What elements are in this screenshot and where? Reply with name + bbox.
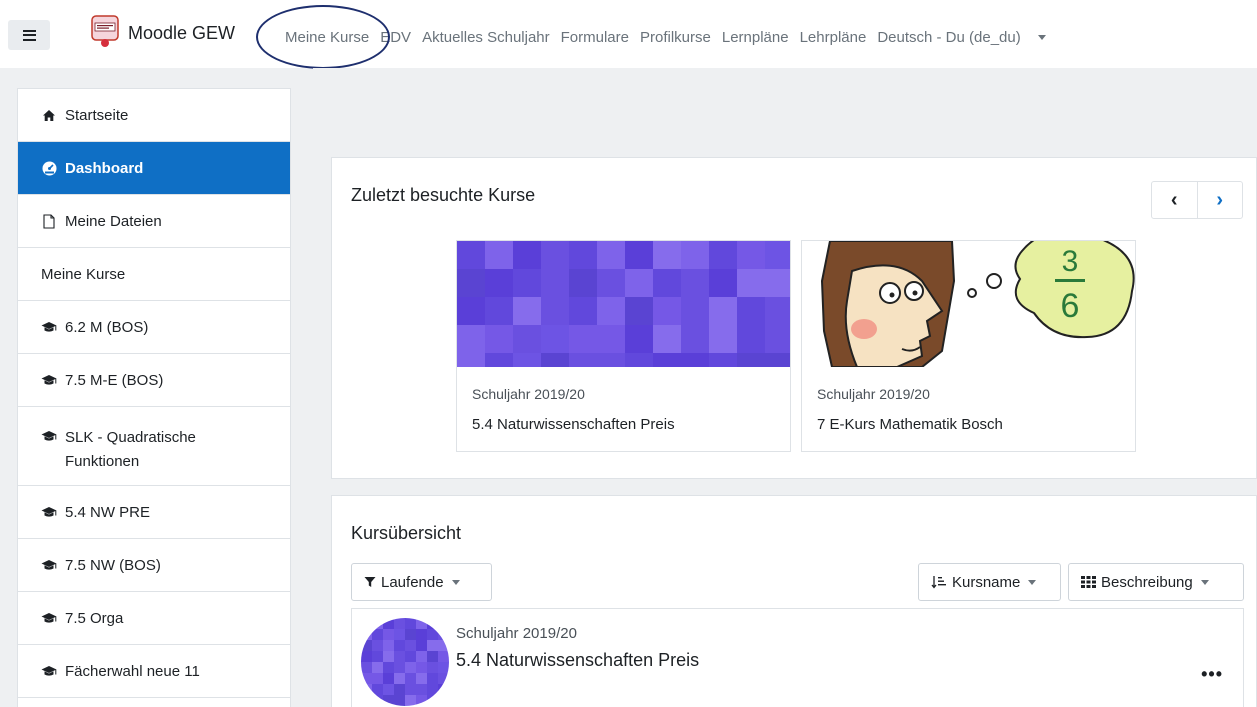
sidebar-item-label: SLK - Quadratische Funktionen xyxy=(65,426,196,474)
sort-icon xyxy=(931,576,946,589)
svg-text:3: 3 xyxy=(1062,245,1079,278)
language-label: Deutsch - Du (de_du) xyxy=(877,29,1021,46)
sidebar-item-label: 6.2 M (BOS) xyxy=(65,318,149,336)
caret-down-icon xyxy=(451,579,460,585)
course-image-pattern xyxy=(361,618,449,706)
graduation-cap-icon xyxy=(41,374,57,386)
site-name[interactable]: Moodle GEW xyxy=(128,23,235,44)
course-image-pattern xyxy=(457,241,790,367)
sidebar-item-label: 5.4 NW PRE xyxy=(65,503,151,521)
dashboard-icon xyxy=(41,161,57,176)
course-category: Schuljahr 2019/20 xyxy=(817,386,930,402)
nav-link-aktuelles-schuljahr[interactable]: Aktuelles Schuljahr xyxy=(422,29,550,46)
course-image-cartoon: 3 6 xyxy=(802,241,1135,367)
caret-down-icon xyxy=(1028,579,1037,585)
svg-text:6: 6 xyxy=(1061,287,1080,325)
sidebar-item-dashboard[interactable]: Dashboard xyxy=(18,142,290,195)
graduation-cap-icon xyxy=(41,665,57,677)
nav-link-formulare[interactable]: Formulare xyxy=(561,29,629,46)
course-cartoon-graphic: 3 6 xyxy=(802,241,1135,367)
nav-link-lehrplaene[interactable]: Lehrpläne xyxy=(800,29,867,46)
sidebar-item-label: Startseite xyxy=(65,106,129,124)
course-avatar-graphic xyxy=(361,618,449,706)
grouping-filter-dropdown[interactable]: Laufende xyxy=(351,563,492,601)
sidebar-item-course[interactable]: Fächerwahl neue 11 xyxy=(18,645,290,698)
recent-courses-block: Zuletzt besuchte Kurse ‹ › Schuljahr 201… xyxy=(331,157,1257,479)
course-name[interactable]: 5.4 Naturwissenschaften Preis xyxy=(456,650,699,671)
file-icon xyxy=(41,213,57,229)
page-header-region xyxy=(313,68,1257,156)
recent-course-card[interactable]: 3 6 Schuljahr 2019/20 7 E-Kurs Mathemati… xyxy=(801,240,1136,452)
view-dropdown[interactable]: Beschreibung xyxy=(1068,563,1244,601)
sidebar-item-label: Dashboard xyxy=(65,159,144,177)
chevron-left-icon: ‹ xyxy=(1170,188,1178,211)
graduation-cap-icon xyxy=(41,506,57,518)
main-nav: Meine Kurse EDV Aktuelles Schuljahr Form… xyxy=(285,29,1068,46)
sidebar-item-course[interactable]: 7.5 NW (BOS) xyxy=(18,539,290,592)
sort-dropdown[interactable]: Kursname xyxy=(918,563,1061,601)
sidebar-item-label: Fächerwahl neue 11 xyxy=(65,662,200,680)
graduation-cap-icon xyxy=(41,430,57,442)
sidebar-item-label: 7.5 Orga xyxy=(65,609,124,627)
top-navbar: Moodle GEW Meine Kurse EDV Aktuelles Sch… xyxy=(0,0,1257,69)
nav-drawer: Startseite Dashboard Meine Dateien Meine… xyxy=(17,88,291,707)
chevron-right-icon: › xyxy=(1216,188,1224,211)
home-icon xyxy=(41,109,57,122)
previous-button[interactable]: ‹ xyxy=(1152,182,1198,218)
sidebar-item-meine-dateien[interactable]: Meine Dateien xyxy=(18,195,290,248)
more-options-icon[interactable]: ••• xyxy=(1201,664,1223,685)
nav-link-profilkurse[interactable]: Profilkurse xyxy=(640,29,711,46)
recent-courses-pager: ‹ › xyxy=(1151,181,1243,219)
view-label: Beschreibung xyxy=(1101,573,1193,591)
recent-courses-title: Zuletzt besuchte Kurse xyxy=(351,185,536,205)
course-overview-title: Kursübersicht xyxy=(351,523,462,543)
grid-icon xyxy=(1081,576,1096,588)
sidebar-item-course[interactable]: 6.2 M (BOS) xyxy=(18,301,290,354)
sidebar-item-course[interactable]: SLK - Quadratische Funktionen xyxy=(18,407,290,486)
recent-course-card[interactable]: Schuljahr 2019/20 5.4 Naturwissenschafte… xyxy=(456,240,791,452)
sidebar-item-course[interactable]: 7.5 Orga xyxy=(18,592,290,645)
course-overview-block: Kursübersicht Laufende Kursname Beschrei… xyxy=(331,495,1257,707)
graduation-cap-icon xyxy=(41,559,57,571)
menu-toggle-button[interactable] xyxy=(8,20,50,50)
course-category: Schuljahr 2019/20 xyxy=(456,625,577,642)
sidebar-item-label: 7.5 NW (BOS) xyxy=(65,556,161,574)
language-menu[interactable]: Deutsch - Du (de_du) xyxy=(877,29,1056,46)
sidebar-item-course[interactable]: 5.4 NW PRE xyxy=(18,486,290,539)
hamburger-icon xyxy=(22,29,36,41)
sidebar-item-label: 7.5 M-E (BOS) xyxy=(65,371,164,389)
course-list-item[interactable]: Schuljahr 2019/20 5.4 Naturwissenschafte… xyxy=(351,608,1244,707)
sidebar-item-label-line1: SLK - Quadratische xyxy=(65,429,196,446)
sidebar-item-label-line2: Funktionen xyxy=(65,453,140,470)
nav-link-meine-kurse[interactable]: Meine Kurse xyxy=(285,29,369,46)
sidebar-item-label: Meine Kurse xyxy=(41,265,126,283)
course-name[interactable]: 7 E-Kurs Mathematik Bosch xyxy=(817,416,1003,433)
sort-label: Kursname xyxy=(952,573,1021,591)
sidebar-item-startseite[interactable]: Startseite xyxy=(18,89,290,142)
caret-down-icon xyxy=(1200,579,1209,585)
sidebar-item-label: Meine Dateien xyxy=(65,212,162,230)
nav-link-lernplaene[interactable]: Lernpläne xyxy=(722,29,789,46)
caret-down-icon xyxy=(1037,34,1046,40)
sidebar-item-course[interactable]: 7.5 M-E (BOS) xyxy=(18,354,290,407)
sidebar-item-meine-kurse[interactable]: Meine Kurse xyxy=(18,248,290,301)
nav-link-edv[interactable]: EDV xyxy=(380,29,411,46)
course-pattern-graphic xyxy=(457,241,790,367)
graduation-cap-icon xyxy=(41,321,57,333)
next-button[interactable]: › xyxy=(1198,182,1243,218)
graduation-cap-icon xyxy=(41,612,57,624)
filter-label: Laufende xyxy=(381,573,444,591)
site-logo[interactable] xyxy=(90,14,120,48)
filter-icon xyxy=(364,577,376,587)
course-name[interactable]: 5.4 Naturwissenschaften Preis xyxy=(472,416,675,433)
course-category: Schuljahr 2019/20 xyxy=(472,386,585,402)
